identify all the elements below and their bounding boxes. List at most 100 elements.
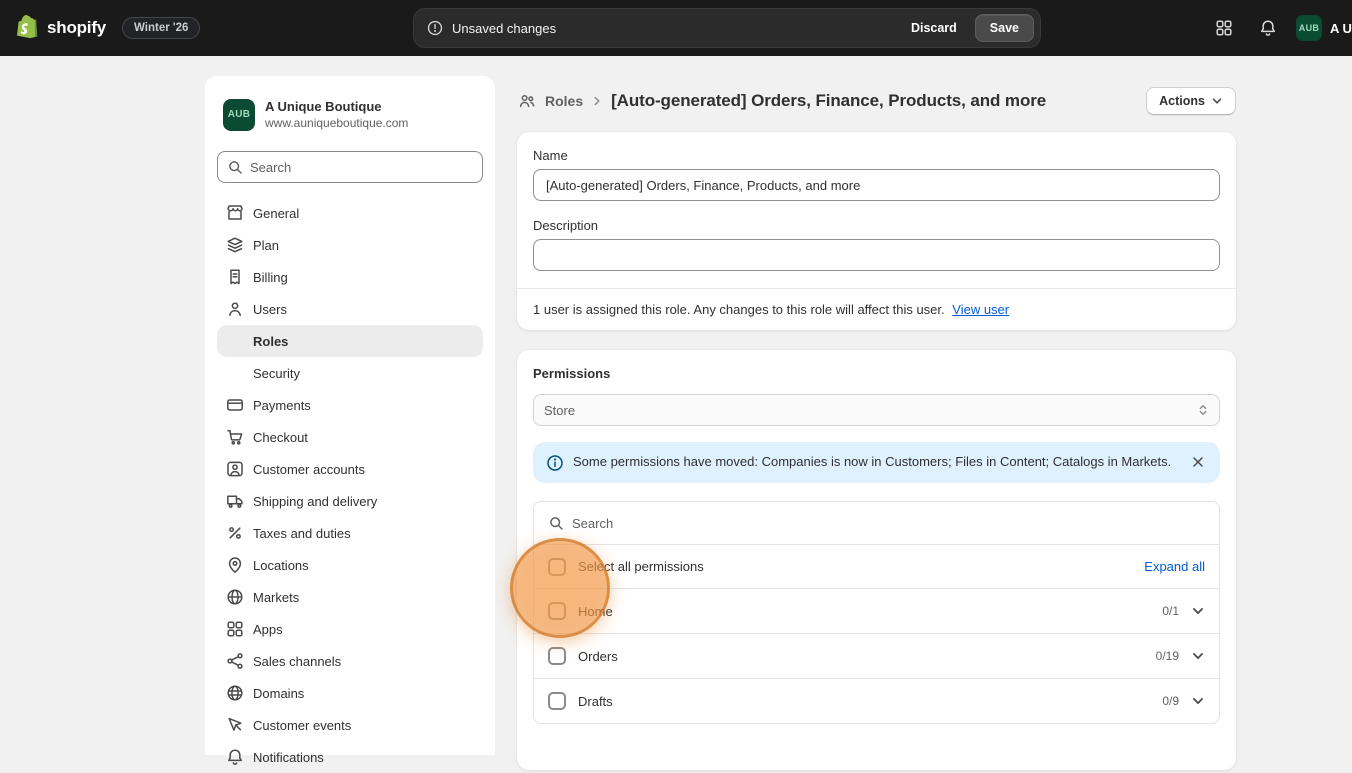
select-all-row: Select all permissions Expand all (534, 544, 1219, 588)
name-field: Name (533, 148, 1220, 201)
account-menu[interactable]: AUB A U (1296, 15, 1352, 41)
apps-icon[interactable] (1208, 12, 1240, 44)
payments-icon (225, 395, 245, 415)
sidebar-search[interactable] (217, 151, 483, 183)
sidebar-item-label: Apps (253, 621, 283, 637)
store-header: AUB A Unique Boutique www.auniqueboutiqu… (217, 90, 483, 151)
sidebar-item-payments[interactable]: Payments (217, 389, 483, 421)
store-name: A Unique Boutique (265, 99, 382, 114)
discard-button[interactable]: Discard (901, 15, 967, 41)
settings-sidebar: AUB A Unique Boutique www.auniqueboutiqu… (205, 76, 495, 765)
permissions-search-input[interactable] (572, 515, 1205, 531)
sidebar-item-label: Users (253, 301, 287, 317)
sidebar-item-label: Notifications (253, 749, 324, 765)
chevron-down-icon[interactable] (1191, 649, 1205, 663)
sidebar-item-roles[interactable]: Roles (217, 325, 483, 357)
orders-checkbox[interactable] (548, 647, 566, 665)
page-title: [Auto-generated] Orders, Finance, Produc… (611, 91, 1047, 110)
sidebar-item-shipping[interactable]: Shipping and delivery (217, 485, 483, 517)
sidebar-item-customer-accounts[interactable]: Customer accounts (217, 453, 483, 485)
apps-icon (225, 619, 245, 639)
markets-icon (225, 587, 245, 607)
permissions-search[interactable] (534, 502, 1219, 544)
sidebar-item-checkout[interactable]: Checkout (217, 421, 483, 453)
actions-button-label: Actions (1159, 94, 1205, 108)
sidebar-item-label: Payments (253, 397, 311, 413)
sidebar-item-apps[interactable]: Apps (217, 613, 483, 645)
sidebar-item-label: Security (253, 365, 300, 381)
sidebar-item-billing[interactable]: Billing (217, 261, 483, 293)
sidebar-item-notifications[interactable]: Notifications (217, 741, 483, 773)
select-all-label: Select all permissions (578, 559, 704, 574)
roles-section-icon (517, 91, 537, 111)
sidebar-item-taxes[interactable]: Taxes and duties (217, 517, 483, 549)
drafts-checkbox[interactable] (548, 692, 566, 710)
notifications-icon[interactable] (1252, 12, 1284, 44)
sales-channels-icon (225, 651, 245, 671)
name-input[interactable] (533, 169, 1220, 201)
shipping-icon (225, 491, 245, 511)
topbar-right-cluster: AUB A U (1208, 0, 1352, 56)
view-user-link[interactable]: View user (952, 302, 1009, 317)
sidebar-item-label: Locations (253, 557, 309, 573)
permissions-scope-select[interactable]: Store (533, 394, 1220, 426)
sidebar-item-security[interactable]: Security (217, 357, 483, 389)
sidebar-item-markets[interactable]: Markets (217, 581, 483, 613)
sidebar-item-general[interactable]: General (217, 197, 483, 229)
home-checkbox[interactable] (548, 602, 566, 620)
chevron-down-icon (1211, 95, 1223, 107)
checkout-icon (225, 427, 245, 447)
customer-accounts-icon (225, 459, 245, 479)
permission-group-drafts[interactable]: Drafts 0/9 (534, 678, 1219, 723)
description-field: Description (533, 218, 1220, 271)
description-label: Description (533, 218, 599, 233)
unsaved-changes-status: Unsaved changes (452, 20, 557, 36)
store-avatar: AUB (223, 98, 255, 131)
breadcrumb-roles-link[interactable]: Roles (545, 93, 583, 109)
save-button[interactable]: Save (974, 14, 1034, 42)
sidebar-item-customer-events[interactable]: Customer events (217, 709, 483, 741)
sidebar-item-sales-channels[interactable]: Sales channels (217, 645, 483, 677)
users-icon (225, 299, 245, 319)
sidebar-item-label: Roles (253, 333, 289, 349)
sidebar-item-plan[interactable]: Plan (217, 229, 483, 261)
sidebar-item-users[interactable]: Users (217, 293, 483, 325)
store-url: www.auniqueboutique.com (265, 116, 409, 130)
sidebar-item-label: Shipping and delivery (253, 493, 378, 509)
select-all-checkbox[interactable] (548, 557, 566, 576)
chevron-down-icon[interactable] (1191, 604, 1205, 618)
expand-all-link[interactable]: Expand all (1144, 559, 1205, 574)
group-label: Home (578, 603, 613, 619)
chevron-down-icon[interactable] (1191, 694, 1205, 708)
name-label: Name (533, 148, 568, 163)
permission-group-home[interactable]: Home 0/1 (534, 588, 1219, 633)
info-icon (545, 453, 565, 473)
sidebar-item-label: Sales channels (253, 653, 342, 669)
group-count: 0/9 (1162, 694, 1179, 708)
edition-badge[interactable]: Winter '26 (122, 17, 201, 39)
chevron-right-icon (591, 95, 603, 107)
sidebar-item-label: Billing (253, 269, 288, 285)
search-icon (548, 515, 564, 531)
permission-group-orders[interactable]: Orders 0/19 (534, 633, 1219, 678)
taxes-icon (225, 523, 245, 543)
store-icon (225, 203, 245, 223)
select-updown-icon (1197, 404, 1209, 416)
sidebar-item-label: Taxes and duties (253, 525, 351, 541)
shopify-logo[interactable]: shopify Winter '26 (16, 0, 201, 56)
group-label: Drafts (578, 693, 613, 709)
unsaved-changes-icon (426, 19, 444, 37)
billing-icon (225, 267, 245, 287)
role-details-card: Name Description 1 user is assigned this… (517, 132, 1236, 330)
sidebar-item-domains[interactable]: Domains (217, 677, 483, 709)
search-input[interactable] (250, 159, 473, 175)
sidebar-item-locations[interactable]: Locations (217, 549, 483, 581)
contextual-save-bar: Unsaved changes Discard Save (413, 8, 1041, 48)
actions-button[interactable]: Actions (1146, 87, 1236, 115)
sidebar-item-label: Checkout (253, 429, 308, 445)
description-input[interactable] (533, 239, 1220, 271)
group-count: 0/19 (1155, 649, 1179, 663)
scope-select-value: Store (544, 402, 576, 418)
banner-text: Some permissions have moved: Companies i… (573, 454, 1172, 469)
close-icon[interactable] (1188, 452, 1208, 472)
